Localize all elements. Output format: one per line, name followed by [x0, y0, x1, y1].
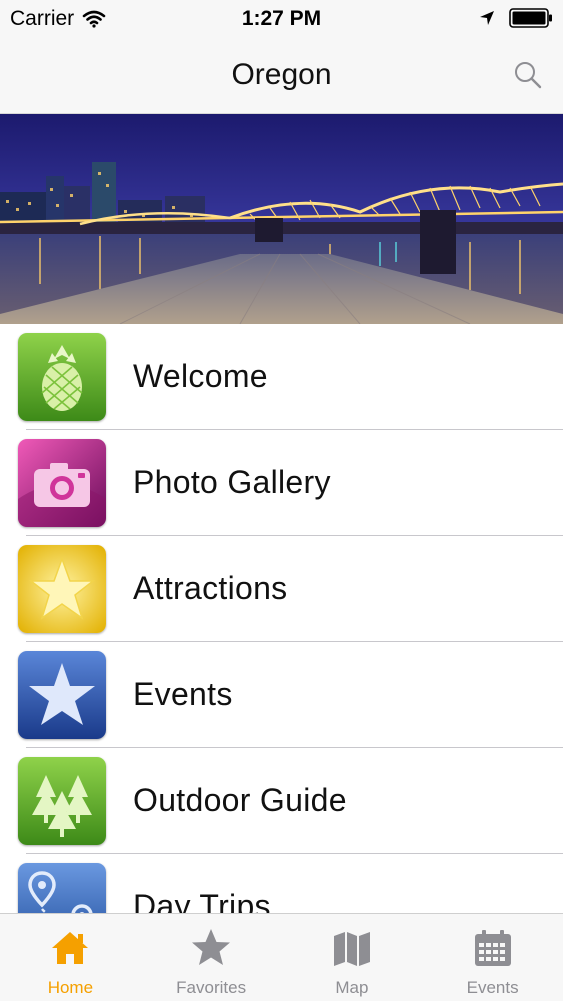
navigation-bar: Oregon: [0, 40, 563, 114]
home-icon: [52, 932, 89, 964]
tab-map[interactable]: Map: [282, 914, 423, 1001]
menu-item-photo-gallery[interactable]: Photo Gallery: [0, 430, 563, 536]
menu-item-label: Welcome: [133, 358, 268, 394]
calendar-icon: [474, 930, 511, 966]
star-icon: [18, 651, 106, 739]
pineapple-icon: [18, 333, 106, 421]
menu-item-label: Events: [133, 676, 233, 712]
battery-icon: [509, 8, 552, 28]
search-icon[interactable]: [513, 60, 543, 90]
page-title: Oregon: [231, 58, 332, 91]
tab-label: Events: [466, 978, 519, 997]
tab-label: Home: [47, 978, 94, 997]
status-indicators: [479, 8, 553, 28]
menu-item-day-trips[interactable]: Day Trips: [0, 854, 563, 913]
tab-home[interactable]: Home: [0, 914, 141, 1001]
camera-icon: [18, 439, 106, 527]
tab-label: Map: [335, 978, 369, 997]
menu-item-label: Photo Gallery: [133, 464, 331, 500]
menu-item-label: Day Trips: [133, 888, 271, 913]
location-arrow-icon: [480, 11, 494, 25]
route-map-icon: [18, 863, 106, 913]
menu-item-outdoor-guide[interactable]: Outdoor Guide: [0, 748, 563, 854]
tab-label: Favorites: [176, 978, 247, 997]
star-icon: [192, 929, 231, 965]
menu-list: Welcome Photo Gallery Attractions Events…: [0, 324, 563, 913]
tab-favorites[interactable]: Favorites: [141, 914, 282, 1001]
status-bar: Carrier 1:27 PM: [0, 0, 563, 40]
menu-item-welcome[interactable]: Welcome: [0, 324, 563, 430]
tab-events[interactable]: Events: [422, 914, 563, 1001]
star-icon: [18, 545, 106, 633]
menu-item-events[interactable]: Events: [0, 642, 563, 748]
hero-image: [0, 114, 563, 324]
menu-item-label: Attractions: [133, 570, 288, 606]
menu-item-label: Outdoor Guide: [133, 782, 347, 818]
trees-icon: [18, 757, 106, 845]
menu-item-attractions[interactable]: Attractions: [0, 536, 563, 642]
map-icon: [333, 932, 370, 966]
tab-bar: Home Favorites Map Events: [0, 913, 563, 1001]
